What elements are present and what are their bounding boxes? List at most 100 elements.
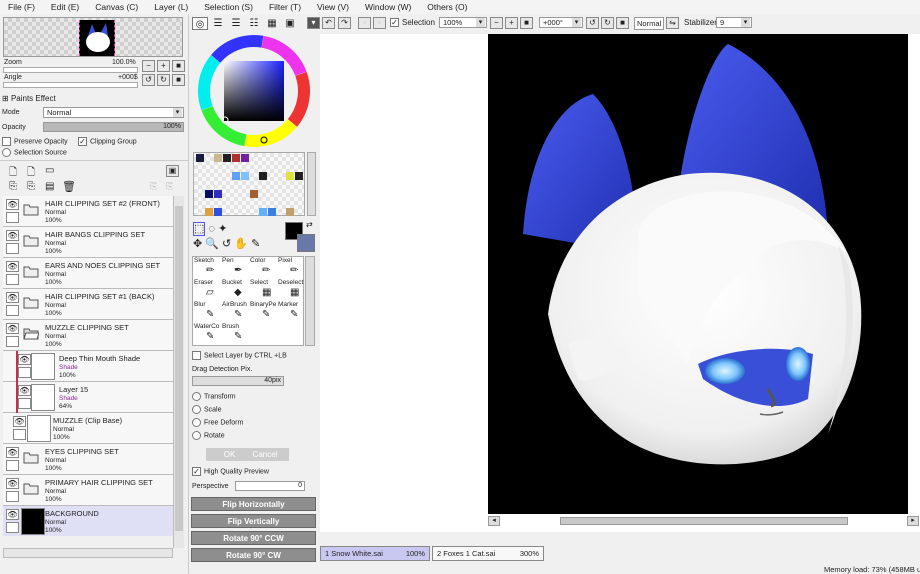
select-rect-icon[interactable]: ⬚ (193, 222, 206, 236)
canvas-area[interactable]: ◂ ▸ (320, 34, 920, 532)
deselect-button-icon[interactable]: ▫ (358, 17, 371, 29)
canvas-hscroll-thumb[interactable] (560, 517, 848, 525)
brush-select[interactable]: Select ▦ (250, 279, 276, 301)
layer-item-hair-bangs[interactable]: 👁 HAIR BANGS CLIPPING SET Normal 100% (3, 227, 173, 258)
menu-filter[interactable]: Filter (T) (261, 2, 309, 12)
rotate-right-icon[interactable]: ↻ (601, 17, 614, 29)
layer-item-mouth-shade[interactable]: 👁 Deep Thin Mouth Shade Shade 100% (3, 351, 173, 382)
zoom-in-button[interactable]: + (157, 60, 170, 72)
layer-item-muzzle-base[interactable]: 👁 MUZZLE (Clip Base) Normal 100% (3, 413, 173, 444)
layer-lock-box[interactable] (6, 243, 19, 254)
brush-sketch[interactable]: Sketch ✏ (194, 257, 220, 279)
selection-source-radio[interactable]: Selection Source (2, 148, 67, 157)
document-tab-1[interactable]: 1 Snow White.sai 100% (320, 546, 430, 561)
zoom-reset-button[interactable]: ■ (172, 60, 185, 72)
rotate-radio[interactable]: Rotate (192, 431, 225, 440)
eye-icon[interactable]: 👁 (6, 261, 19, 272)
layer-item-muzzle-clipping[interactable]: 👁 MUZZLE CLIPPING SET Normal 100% (3, 320, 173, 351)
angle-select[interactable]: +000° (539, 17, 583, 28)
menu-window[interactable]: Window (W) (357, 2, 419, 12)
layer-lock-box[interactable] (6, 274, 19, 285)
eye-icon[interactable]: 👁 (6, 509, 19, 520)
brush-eraser[interactable]: Eraser ▱ (194, 279, 220, 301)
brush-scrollbar[interactable] (305, 256, 315, 346)
layer-options-icon[interactable]: ▣ (166, 165, 179, 177)
brush-pixel[interactable]: Pixel ✏ (278, 257, 304, 279)
transform-radio[interactable]: Transform (192, 392, 236, 401)
layer-lock-box[interactable] (6, 305, 19, 316)
layer-lock-box[interactable] (6, 460, 19, 471)
layer-lock-box[interactable] (18, 398, 31, 409)
invert-selection-icon[interactable]: ▫ (373, 17, 386, 29)
rotate-ccw-button[interactable]: Rotate 90° CCW (191, 531, 316, 545)
color-wheel[interactable] (197, 34, 311, 148)
zoom-out-button[interactable]: − (142, 60, 155, 72)
menu-edit[interactable]: Edit (E) (43, 2, 87, 12)
brush-deselect[interactable]: Deselect ▦ (278, 279, 304, 301)
menu-file[interactable]: File (F) (0, 2, 43, 12)
selection-checkbox[interactable]: ✓ Selection (390, 17, 435, 30)
stabilizer-select[interactable]: 9 (716, 17, 752, 28)
rotate-icon[interactable]: ↺ (222, 238, 231, 250)
layer-lock-box[interactable] (6, 212, 19, 223)
zoom-minus-icon[interactable]: − (490, 17, 503, 29)
transfer-down-icon[interactable]: ⎘ (9, 181, 17, 192)
new-folder-icon[interactable]: ▭ (45, 165, 54, 176)
layer-item-primary-hair[interactable]: 👁 PRIMARY HAIR CLIPPING SET Normal 100% (3, 475, 173, 506)
perspective-field[interactable]: 0 (235, 481, 305, 491)
layer-lock-box[interactable] (6, 522, 19, 533)
layer-lock-box[interactable] (6, 491, 19, 502)
redo-icon[interactable]: ↷ (338, 17, 351, 29)
layer-hscrollbar[interactable] (3, 548, 173, 558)
brush-blur[interactable]: Blur ✎ (194, 301, 220, 323)
panel-close-icon[interactable]: ▾ (307, 17, 320, 29)
hscroll-right-icon[interactable]: ▸ (907, 516, 919, 526)
menu-layer[interactable]: Layer (L) (146, 2, 196, 12)
swatch-tab-icon[interactable]: ▦ (264, 17, 280, 30)
eye-icon[interactable]: 👁 (6, 199, 19, 210)
eye-icon[interactable]: 👁 (18, 354, 31, 365)
mode-select[interactable]: Normal (43, 107, 184, 118)
magic-wand-icon[interactable]: ✦ (218, 223, 227, 235)
scale-radio[interactable]: Scale (192, 405, 222, 414)
zoom-slider[interactable] (3, 67, 138, 73)
navigator-thumbnail[interactable] (3, 17, 183, 57)
scratchpad-tab-icon[interactable]: ▣ (282, 17, 298, 30)
rotate-reset-icon[interactable]: ■ (616, 17, 629, 29)
layer-item-layer-15[interactable]: 👁 Layer 15 Shade 64% (3, 382, 173, 413)
hand-icon[interactable]: ✋ (234, 238, 248, 250)
menu-selection[interactable]: Selection (S) (196, 2, 261, 12)
trash-icon[interactable]: 🗑 (62, 180, 76, 193)
merge-down-icon[interactable]: ⎘ (27, 181, 35, 192)
layer-item-ears-noes[interactable]: 👁 EARS AND NOES CLIPPING SET Normal 100% (3, 258, 173, 289)
brush-binarypen[interactable]: BinaryPe ✎ (250, 301, 276, 323)
rotate-right-button[interactable]: ↻ (157, 74, 170, 86)
rotate-left-button[interactable]: ↺ (142, 74, 155, 86)
clear-layer-icon[interactable]: ▤ (45, 181, 54, 192)
lasso-icon[interactable]: ◌ (208, 223, 215, 235)
layer-item-background[interactable]: 👁 BACKGROUND Normal 100% (3, 506, 173, 536)
layer-item-hair-clipping-2[interactable]: 👁 HAIR CLIPPING SET #2 (FRONT) Normal 100% (3, 196, 173, 227)
preserve-opacity-checkbox[interactable]: Preserve Opacity (2, 137, 68, 146)
layer-scrollbar[interactable] (173, 196, 184, 548)
brush-watercolor[interactable]: WaterCo ✎ (194, 323, 220, 345)
blend-mode-box[interactable]: Normal (634, 17, 665, 30)
angle-slider[interactable] (3, 82, 138, 88)
flip-view-icon[interactable]: ⇋ (666, 17, 679, 29)
layer-lock-box[interactable] (18, 367, 31, 378)
palette-tab-icon[interactable]: ☷ (246, 17, 262, 30)
eye-icon[interactable]: 👁 (6, 478, 19, 489)
document-tab-2[interactable]: 2 Foxes 1 Cat.sai 300% (432, 546, 544, 561)
flip-vertically-button[interactable]: Flip Vertically (191, 514, 316, 528)
zoom-plus-icon[interactable]: + (505, 17, 518, 29)
eye-icon[interactable]: 👁 (6, 230, 19, 241)
swatch-scrollbar[interactable] (307, 152, 316, 216)
cancel-button[interactable]: Cancel (241, 448, 289, 461)
rotate-cw-button[interactable]: Rotate 90° CW (191, 548, 316, 562)
brush-bucket[interactable]: Bucket ◆ (222, 279, 248, 301)
hsv-slider-tab-icon[interactable]: ☰ (228, 17, 244, 30)
layer-lock-box[interactable] (13, 429, 26, 440)
secondary-color[interactable] (297, 234, 315, 252)
clipping-group-checkbox[interactable]: ✓ Clipping Group (78, 137, 137, 146)
zoom-fit-icon[interactable]: ■ (520, 17, 533, 29)
